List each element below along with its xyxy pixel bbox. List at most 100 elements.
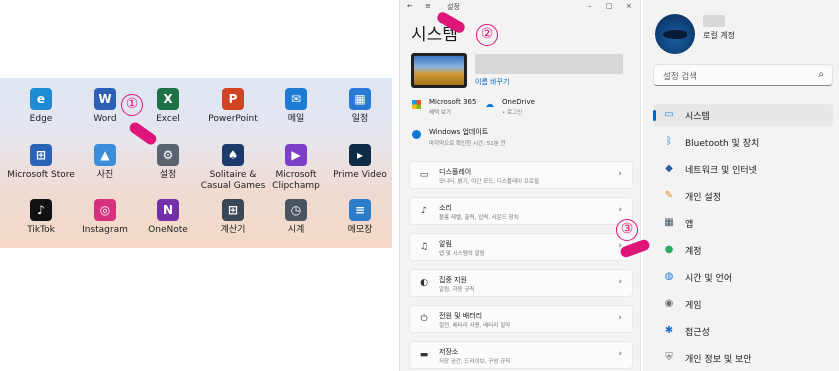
search-placeholder: 설정 검색 — [663, 72, 697, 82]
nav-item-globe-clock[interactable]: ◍ 시간 및 언어 — [653, 266, 833, 288]
bluetooth-icon: ᛒ — [666, 136, 672, 147]
device-wallpaper-thumbnail — [411, 53, 467, 88]
display-icon: ▭ — [419, 170, 429, 180]
setting-row-subtitle: 저장 공간, 드라이브, 구성 규칙 — [439, 359, 511, 365]
nav-item-label: 시스템 — [685, 112, 710, 122]
word-icon: W — [94, 88, 116, 110]
setting-row-subtitle: 알림, 자동 규칙 — [439, 287, 475, 293]
windows-update-tile[interactable]: Windows 업데이트 마지막으로 확인한 시간: 51분 전 — [429, 127, 506, 147]
power-icon: ⏻ — [420, 314, 428, 324]
edge-icon: e — [30, 88, 52, 110]
nav-item-brush[interactable]: ✎ 개인 설정 — [653, 185, 833, 207]
brush-icon: ✎ — [664, 190, 674, 201]
accessibility-icon: ✱ — [664, 325, 674, 336]
window-title: 설정 — [447, 3, 460, 11]
setting-row-subtitle: 볼륨 레벨, 출력, 입력, 사운드 장치 — [439, 215, 519, 221]
nav-item-label: Bluetooth 및 장치 — [685, 139, 760, 149]
step-2-marker: ② — [476, 24, 498, 46]
redacted-device-name — [475, 54, 623, 74]
nav-item-monitor[interactable]: ▭ 시스템 — [653, 104, 833, 126]
nav-item-accessibility[interactable]: ✱ 접근성 — [653, 320, 833, 342]
clipchamp-icon: ▶ — [285, 144, 307, 166]
excel-icon: X — [157, 88, 179, 110]
close-icon[interactable]: × — [626, 2, 632, 10]
clock-icon: ◷ — [285, 199, 307, 221]
setting-row-focus-moon[interactable]: ◐ 집중 지원 알림, 자동 규칙 › — [409, 269, 633, 297]
photos-icon: ▲ — [94, 144, 116, 166]
microsoft365-subtitle: 혜택 보기 — [429, 110, 451, 116]
nav-item-apps[interactable]: ▦ 앱 — [653, 212, 833, 234]
windows-update-icon — [412, 130, 421, 139]
title-bar: ← ≡ 설정 – □ × — [400, 0, 640, 14]
notepad-icon: ≡ — [349, 199, 371, 221]
setting-row-power[interactable]: ⏻ 전원 및 배터리 절전, 배터리 사용, 배터리 절약 › — [409, 305, 633, 333]
app-tile-prime-video[interactable]: ▸ Prime Video — [322, 144, 398, 181]
back-arrow-icon[interactable]: ← — [407, 2, 413, 10]
focus-moon-icon: ◐ — [420, 278, 428, 288]
network-icon: ◆ — [665, 163, 673, 174]
nav-item-label: 개인 설정 — [685, 193, 721, 203]
nav-item-person[interactable]: ● 계정 — [653, 239, 833, 261]
app-tile-notepad[interactable]: ≡ 메모장 — [322, 199, 398, 236]
step-1-marker: ① — [121, 94, 143, 116]
calculator-icon: ⊞ — [222, 199, 244, 221]
maximize-icon[interactable]: □ — [606, 2, 613, 10]
setting-row-display[interactable]: ▭ 디스플레이모니터, 밝기, 야간 모드, 디스플레이 프로필 › — [409, 161, 633, 189]
instagram-icon: ◎ — [94, 199, 116, 221]
avatar[interactable] — [655, 14, 695, 54]
apps-icon: ▦ — [664, 217, 674, 228]
step-3-marker: ③ — [616, 219, 638, 241]
windows-update-subtitle: 마지막으로 확인한 시간: 51분 전 — [429, 141, 506, 147]
rename-link[interactable]: 이름 바꾸기 — [475, 77, 509, 87]
setting-row-bell[interactable]: ♫ 알림 앱 및 시스템의 알림 › — [409, 233, 633, 261]
setting-row-title: 저장소 — [439, 348, 459, 356]
onedrive-tile[interactable]: OneDrive • 로그인 — [502, 98, 535, 116]
prime-video-icon: ▸ — [349, 144, 371, 166]
setting-row-speaker[interactable]: ♪ 소리 볼륨 레벨, 출력, 입력, 사운드 장치 › — [409, 197, 633, 225]
settings-gear-icon: ⚙ — [157, 144, 179, 166]
minimize-icon[interactable]: – — [588, 2, 592, 10]
gamepad-icon: ◉ — [664, 298, 674, 309]
nav-item-shield[interactable]: ⛨ 개인 정보 및 보안 — [653, 347, 833, 369]
chevron-right-icon: › — [618, 205, 622, 215]
start-menu-pinned-apps: e Edge W Word X Excel P PowerPoint ✉ 메일 ▦ 일정 ⊞ Micros… — [0, 78, 392, 248]
nav-item-label: 계정 — [685, 247, 702, 257]
nav-item-label: 게임 — [685, 301, 702, 311]
selection-indicator — [653, 110, 656, 121]
powerpoint-icon: P — [222, 88, 244, 110]
nav-item-bluetooth[interactable]: ᛒ Bluetooth 및 장치 — [653, 131, 833, 153]
shield-icon: ⛨ — [665, 352, 673, 363]
chevron-right-icon: › — [618, 277, 622, 287]
hamburger-menu-icon[interactable]: ≡ — [425, 2, 431, 10]
device-card: 이름 바꾸기 — [409, 50, 633, 92]
nav-item-label: 개인 정보 및 보안 — [685, 355, 752, 365]
setting-row-storage[interactable]: ▬ 저장소저장 공간, 드라이브, 구성 규칙 › — [409, 341, 633, 369]
nav-item-network[interactable]: ◆ 네트워크 및 인터넷 — [653, 158, 833, 180]
app-label: 일정 — [351, 114, 369, 124]
microsoft365-icon — [412, 100, 421, 109]
search-input[interactable]: 설정 검색 ⌕ — [653, 64, 833, 86]
windows-update-title: Windows 업데이트 — [429, 128, 489, 136]
microsoft365-tile[interactable]: Microsoft 365 혜택 보기 — [429, 98, 476, 116]
setting-row-title: 알림 — [439, 240, 452, 248]
setting-row-title: 디스플레이 — [439, 168, 472, 176]
chevron-right-icon: › — [618, 349, 622, 359]
setting-row-subtitle: 모니터, 밝기, 야간 모드, 디스플레이 프로필 — [439, 179, 540, 185]
redacted-user-name — [703, 15, 725, 27]
settings-system-window: ← ≡ 설정 – □ × 시스템 이름 바꾸기 Microsoft 365 혜택… — [399, 0, 641, 371]
storage-icon: ▬ — [419, 350, 429, 360]
nav-item-gamepad[interactable]: ◉ 게임 — [653, 293, 833, 315]
account-type-label: 로컬 계정 — [703, 31, 735, 40]
calendar-icon: ▦ — [349, 88, 371, 110]
setting-row-title: 소리 — [439, 204, 452, 212]
tiktok-icon: ♪ — [30, 199, 52, 221]
setting-row-subtitle: 앱 및 시스템의 알림 — [439, 251, 485, 257]
microsoft365-title: Microsoft 365 — [429, 98, 477, 106]
solitaire-icon: ♠ — [222, 144, 244, 166]
monitor-icon: ▭ — [664, 109, 674, 120]
chevron-right-icon: › — [618, 169, 622, 179]
bell-icon: ♫ — [419, 242, 429, 252]
nav-item-label: 네트워크 및 인터넷 — [685, 166, 757, 176]
app-tile-calendar[interactable]: ▦ 일정 — [322, 88, 398, 125]
onedrive-cloud-icon: ☁ — [485, 100, 494, 110]
